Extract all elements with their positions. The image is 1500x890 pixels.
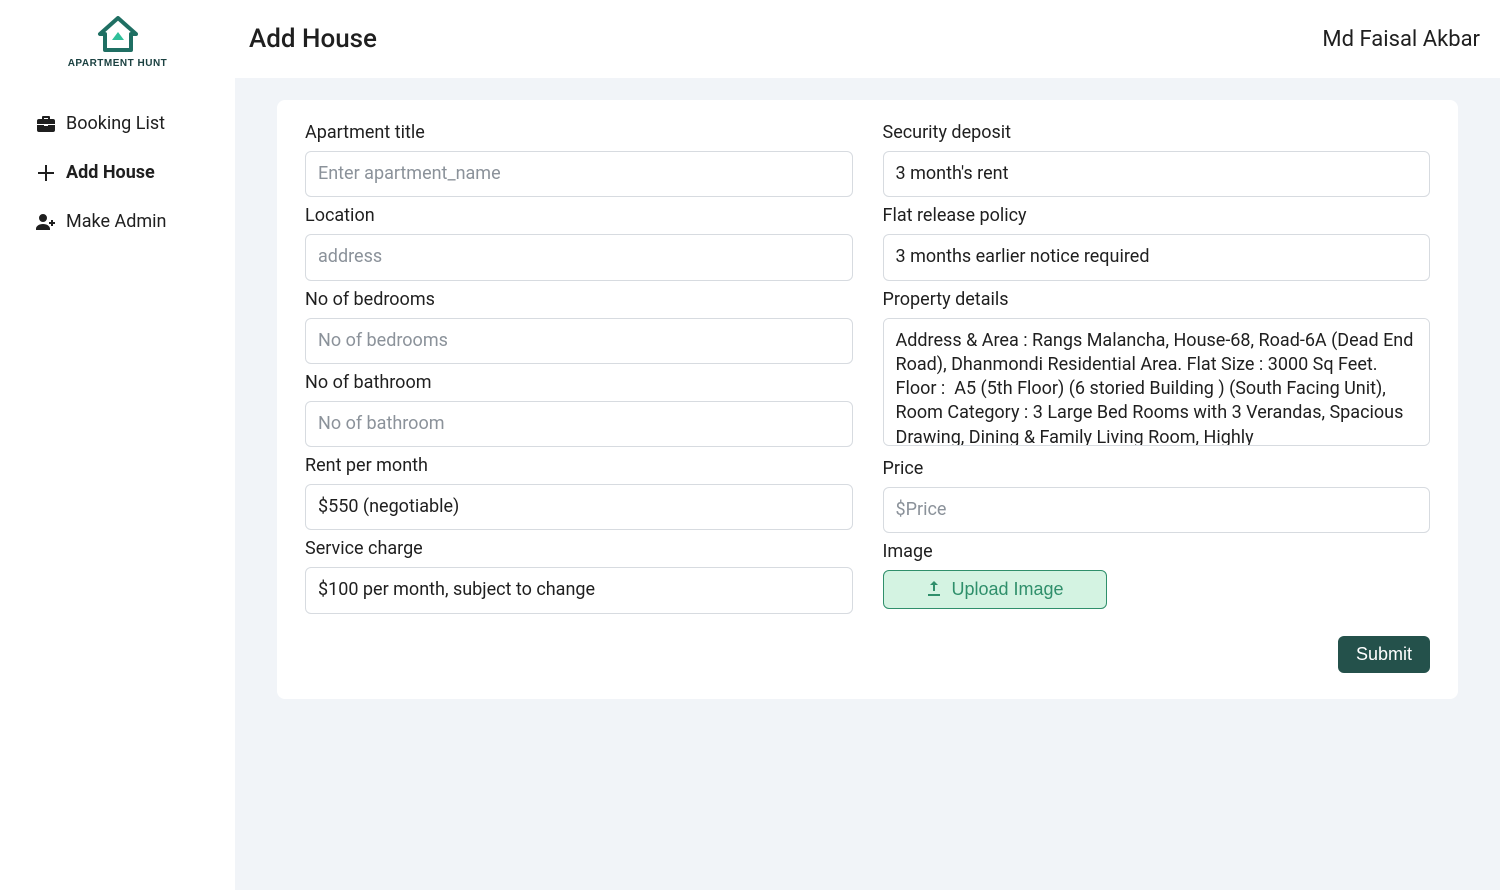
price-input[interactable]	[883, 487, 1431, 533]
content: Apartment title Location No of bedrooms	[235, 78, 1500, 890]
upload-image-button[interactable]: Upload Image	[883, 570, 1107, 609]
sidebar-item-label: Booking List	[66, 113, 165, 134]
rent-label: Rent per month	[305, 455, 853, 476]
sidebar-item-label: Make Admin	[66, 211, 166, 232]
service-charge-input[interactable]	[305, 567, 853, 613]
upload-image-label: Upload Image	[952, 579, 1064, 600]
sidebar-item-label: Add House	[66, 162, 155, 183]
upload-icon	[926, 581, 942, 597]
rent-input[interactable]	[305, 484, 853, 530]
image-label: Image	[883, 541, 1431, 562]
form-column-left: Apartment title Location No of bedrooms	[305, 122, 853, 622]
topbar: Add House Md Faisal Akbar	[235, 0, 1500, 78]
security-deposit-input[interactable]	[883, 151, 1431, 197]
property-details-textarea[interactable]	[883, 318, 1431, 446]
bedrooms-label: No of bedrooms	[305, 289, 853, 310]
flat-release-policy-input[interactable]	[883, 234, 1431, 280]
form-column-right: Security deposit Flat release policy Pro…	[883, 122, 1431, 622]
security-deposit-label: Security deposit	[883, 122, 1431, 143]
plus-icon	[36, 163, 56, 183]
apartment-title-label: Apartment title	[305, 122, 853, 143]
bathroom-label: No of bathroom	[305, 372, 853, 393]
logo[interactable]: APARTMENT HUNT	[0, 12, 235, 99]
page-title: Add House	[249, 24, 377, 54]
sidebar-item-make-admin[interactable]: Make Admin	[36, 197, 235, 246]
bathroom-input[interactable]	[305, 401, 853, 447]
user-plus-icon	[36, 212, 56, 232]
property-details-label: Property details	[883, 289, 1431, 310]
sidebar-item-add-house[interactable]: Add House	[36, 148, 235, 197]
toolbox-icon	[36, 114, 56, 134]
price-label: Price	[883, 458, 1431, 479]
sidebar-item-booking-list[interactable]: Booking List	[36, 99, 235, 148]
bedrooms-input[interactable]	[305, 318, 853, 364]
user-name[interactable]: Md Faisal Akbar	[1322, 27, 1480, 52]
flat-release-policy-label: Flat release policy	[883, 205, 1431, 226]
brand-name: APARTMENT HUNT	[0, 58, 235, 69]
location-input[interactable]	[305, 234, 853, 280]
sidebar: APARTMENT HUNT Booking List Add House Ma…	[0, 0, 235, 890]
form-card: Apartment title Location No of bedrooms	[277, 100, 1458, 699]
submit-button[interactable]: Submit	[1338, 636, 1430, 673]
location-label: Location	[305, 205, 853, 226]
sidebar-nav: Booking List Add House Make Admin	[0, 99, 235, 246]
main: Add House Md Faisal Akbar Apartment titl…	[235, 0, 1500, 890]
house-logo-icon	[95, 37, 141, 56]
service-charge-label: Service charge	[305, 538, 853, 559]
apartment-title-input[interactable]	[305, 151, 853, 197]
